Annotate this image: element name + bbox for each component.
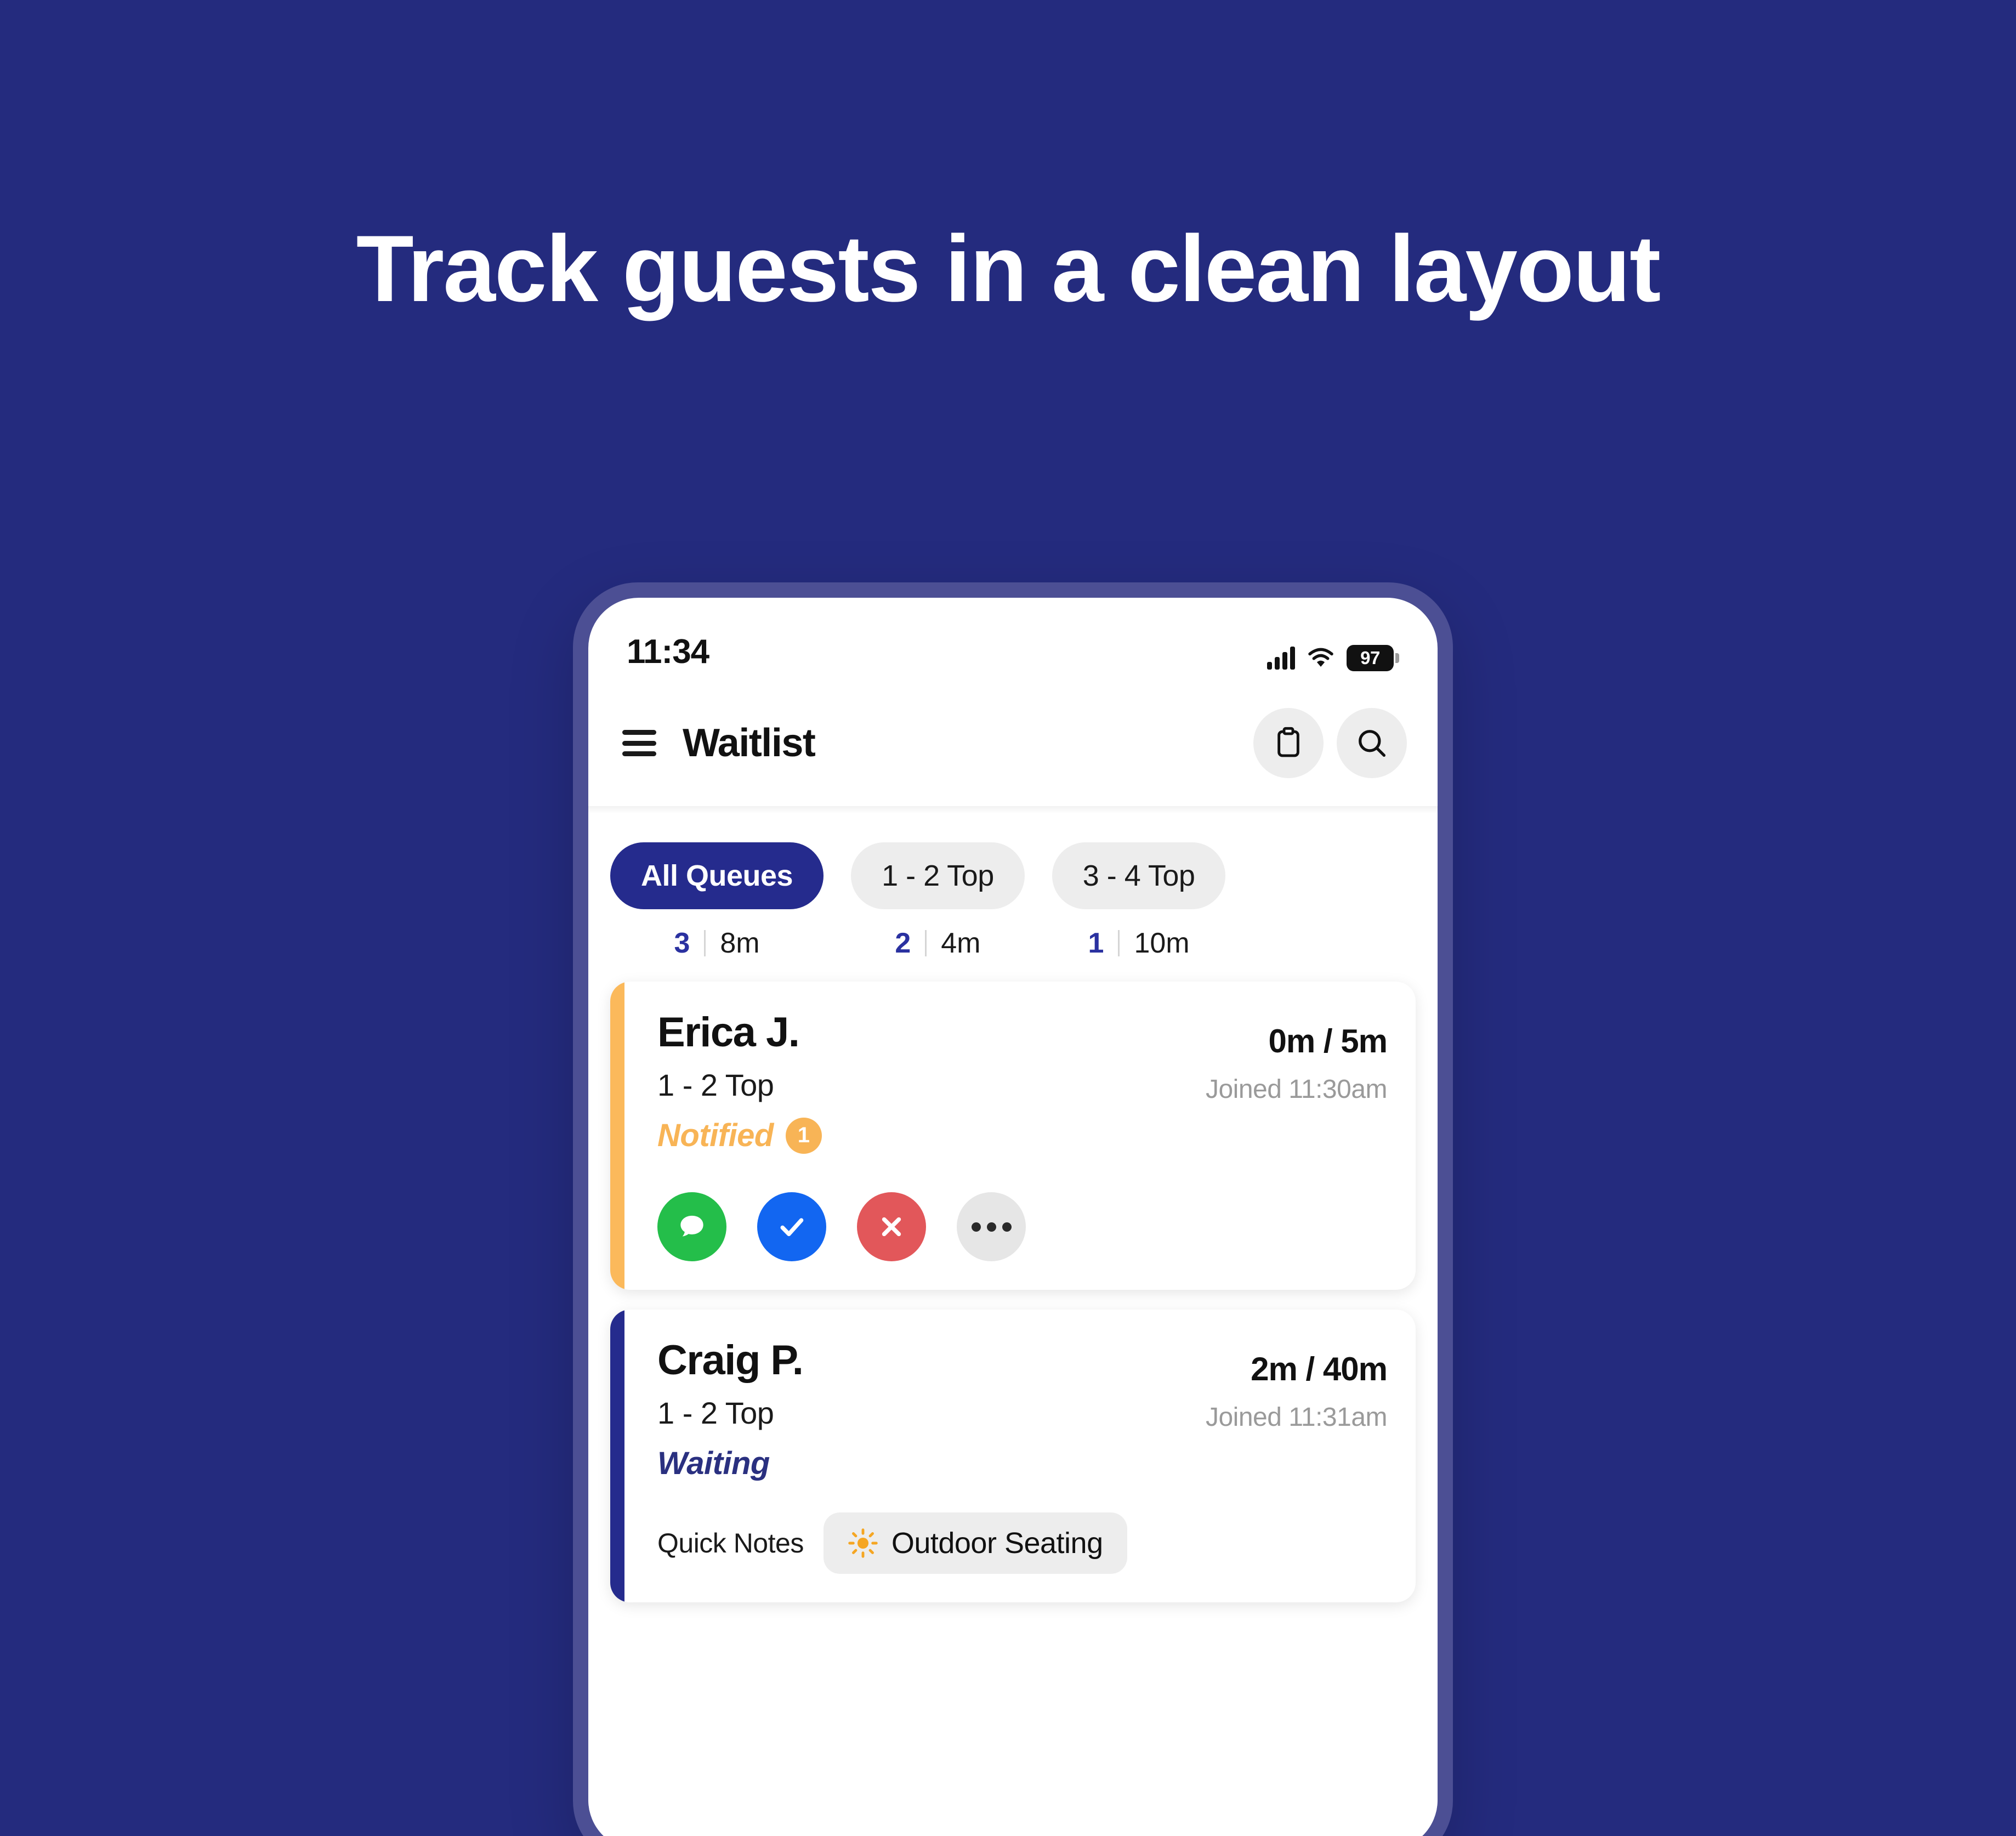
- guest-party-size: 1 - 2 Top: [657, 1068, 774, 1103]
- chip-stat-divider: [925, 930, 927, 956]
- check-icon: [780, 1218, 804, 1237]
- quick-notes-label: Quick Notes: [657, 1528, 804, 1559]
- guest-name: Erica J.: [657, 1009, 800, 1056]
- guest-joined-time: Joined 11:30am: [1205, 1075, 1388, 1104]
- more-button[interactable]: [957, 1192, 1026, 1262]
- chip-stats: 2 4m: [851, 927, 1025, 960]
- close-icon: [882, 1217, 901, 1237]
- status-count-badge: 1: [785, 1117, 822, 1154]
- page-headline: Track guests in a clean layout: [356, 216, 1661, 321]
- chip-wait-time: 10m: [1134, 927, 1190, 959]
- chip-label[interactable]: All Queues: [610, 842, 824, 909]
- remove-button[interactable]: [857, 1192, 926, 1262]
- guest-card-header: Erica J. 1 - 2 Top Notified 1 0m / 5m Jo…: [657, 1010, 1388, 1154]
- phone-frame: 11:34 97 Waitlist All Queues 3 8m 1 - 2 …: [573, 582, 1453, 1836]
- status-bar-time: 11:34: [627, 633, 709, 671]
- message-button[interactable]: [657, 1192, 726, 1262]
- chip-wait-time: 4m: [941, 927, 981, 959]
- signal-bars-icon: [1267, 647, 1295, 670]
- chip-label[interactable]: 1 - 2 Top: [851, 842, 1025, 909]
- hamburger-menu-icon[interactable]: [622, 730, 656, 756]
- chip-stat-divider: [1118, 930, 1120, 956]
- battery-level: 97: [1347, 645, 1394, 671]
- chat-bubble-icon: [680, 1215, 703, 1237]
- chip-count: 2: [895, 927, 911, 959]
- page-title: Waitlist: [683, 721, 816, 765]
- seat-button[interactable]: [757, 1192, 826, 1262]
- quick-note-chip[interactable]: Outdoor Seating: [823, 1512, 1127, 1574]
- battery-cap: [1395, 653, 1399, 663]
- battery-icon: 97: [1347, 645, 1399, 671]
- chip-count: 1: [1088, 927, 1104, 959]
- queue-filter-row[interactable]: All Queues 3 8m 1 - 2 Top 2 4m 3 - 4 Top…: [588, 814, 1438, 960]
- clipboard-button[interactable]: [1253, 708, 1324, 778]
- phone-screen: 11:34 97 Waitlist All Queues 3 8m 1 - 2 …: [588, 598, 1438, 1836]
- guest-card[interactable]: Craig P. 1 - 2 Top Waiting 2m / 40m Join…: [610, 1310, 1416, 1603]
- chip-count: 3: [674, 927, 690, 959]
- quick-notes-row: Quick Notes Outdoor Seating: [657, 1512, 1387, 1574]
- status-bar-indicators: 97: [1267, 645, 1399, 671]
- status-bar: 11:34 97: [588, 598, 1438, 680]
- app-header: Waitlist: [588, 680, 1438, 806]
- card-accent-bar: [610, 1310, 624, 1603]
- chip-wait-time: 8m: [720, 927, 760, 959]
- queue-filter-all-queues[interactable]: All Queues 3 8m: [610, 842, 824, 960]
- guest-name: Craig P.: [657, 1337, 804, 1384]
- guest-info: Erica J. 1 - 2 Top Notified 1: [657, 1010, 822, 1154]
- guest-actions: [657, 1192, 1387, 1262]
- clipboard-icon: [1277, 727, 1299, 757]
- guest-card[interactable]: Erica J. 1 - 2 Top Notified 1 0m / 5m Jo…: [610, 982, 1416, 1290]
- status-badge: Notified: [657, 1118, 774, 1154]
- chip-stats: 3 8m: [610, 927, 824, 960]
- queue-filter-3-4-top[interactable]: 3 - 4 Top 1 10m: [1052, 842, 1226, 960]
- sun-icon: [848, 1528, 878, 1558]
- ellipsis-icon: [971, 1222, 1012, 1232]
- waitlist-content: All Queues 3 8m 1 - 2 Top 2 4m 3 - 4 Top…: [588, 814, 1438, 1836]
- wifi-icon: [1308, 648, 1333, 667]
- guest-card-header: Craig P. 1 - 2 Top Waiting 2m / 40m Join…: [657, 1337, 1388, 1482]
- guest-wait-time: 2m / 40m: [1251, 1351, 1388, 1388]
- queue-filter-1-2-top[interactable]: 1 - 2 Top 2 4m: [851, 842, 1025, 960]
- guest-card-list: Erica J. 1 - 2 Top Notified 1 0m / 5m Jo…: [588, 960, 1438, 1603]
- guest-timing: 0m / 5m Joined 11:30am: [1205, 1010, 1388, 1104]
- header-separator: [588, 806, 1438, 814]
- guest-status-row: Waiting: [657, 1445, 803, 1482]
- status-badge: Waiting: [657, 1446, 770, 1482]
- guest-party-size: 1 - 2 Top: [657, 1396, 774, 1431]
- chip-label[interactable]: 3 - 4 Top: [1052, 842, 1226, 909]
- guest-timing: 2m / 40m Joined 11:31am: [1205, 1338, 1388, 1432]
- guest-wait-time: 0m / 5m: [1268, 1023, 1388, 1059]
- guest-info: Craig P. 1 - 2 Top Waiting: [657, 1337, 804, 1482]
- card-accent-bar: [610, 982, 624, 1290]
- quick-note-label: Outdoor Seating: [891, 1527, 1103, 1560]
- search-icon: [1359, 730, 1385, 757]
- chip-stats: 1 10m: [1052, 927, 1226, 960]
- chip-stat-divider: [704, 930, 706, 956]
- guest-status-row: Notified 1: [657, 1117, 822, 1154]
- guest-joined-time: Joined 11:31am: [1205, 1403, 1388, 1432]
- search-button[interactable]: [1337, 708, 1407, 778]
